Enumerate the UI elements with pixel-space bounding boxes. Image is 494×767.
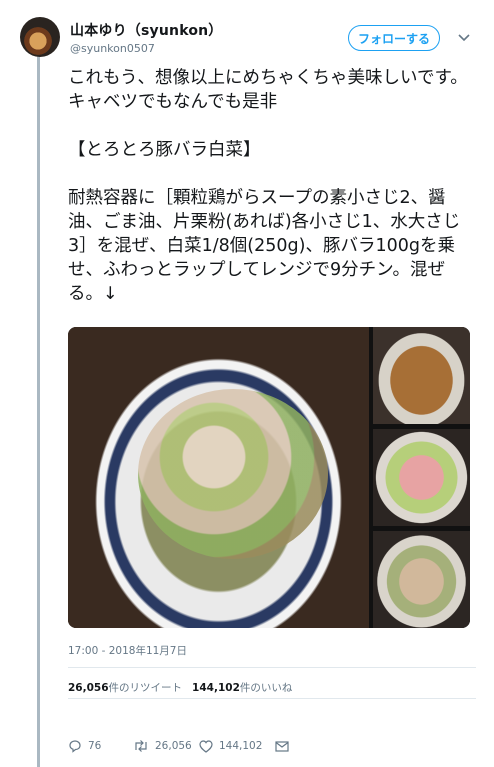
retweet-button[interactable]: 26,056 — [133, 739, 199, 753]
follow-button[interactable]: フォローする — [348, 25, 440, 51]
reply-icon — [69, 740, 81, 753]
action-bar: 76 26,056 144,102 — [68, 738, 289, 754]
user-name[interactable]: 山本ゆり（syunkon） — [70, 20, 223, 40]
dm-button[interactable] — [275, 740, 289, 752]
retweet-icon — [135, 740, 147, 752]
avatar[interactable] — [20, 17, 60, 57]
timestamp[interactable]: 17:00 - 2018年11月7日 — [68, 643, 187, 658]
engagement-stats: 26,056件のリツイート 144,102件のいいね — [68, 680, 292, 695]
retweet-count[interactable]: 26,056 — [68, 682, 109, 694]
tweet-text: これもう、想像以上にめちゃくちゃ美味しいです。キャベツでもなんでも是非 【とろと… — [68, 68, 468, 304]
caret-down-icon[interactable] — [457, 30, 471, 44]
like-action-count: 144,102 — [219, 740, 263, 752]
retweet-action-count: 26,056 — [155, 740, 192, 752]
reply-count: 76 — [88, 740, 102, 752]
food-graphic — [138, 389, 328, 559]
divider — [68, 667, 476, 668]
dm-icon — [275, 740, 289, 752]
like-label[interactable]: 件のいいね — [240, 682, 293, 694]
thread-line — [37, 56, 40, 767]
divider — [68, 698, 476, 699]
reply-button[interactable]: 76 — [68, 739, 133, 753]
retweet-label[interactable]: 件のリツイート — [109, 682, 183, 694]
photo-cooked[interactable] — [373, 531, 470, 628]
photo-grid[interactable] — [68, 327, 470, 628]
like-button[interactable]: 144,102 — [199, 739, 275, 753]
like-count[interactable]: 144,102 — [192, 682, 240, 694]
photo-main-dish[interactable] — [68, 327, 369, 628]
like-icon — [199, 739, 213, 753]
photo-raw-pork-cabbage[interactable] — [373, 429, 470, 526]
user-handle[interactable]: @syunkon0507 — [70, 42, 155, 55]
photo-sauce[interactable] — [373, 327, 470, 424]
